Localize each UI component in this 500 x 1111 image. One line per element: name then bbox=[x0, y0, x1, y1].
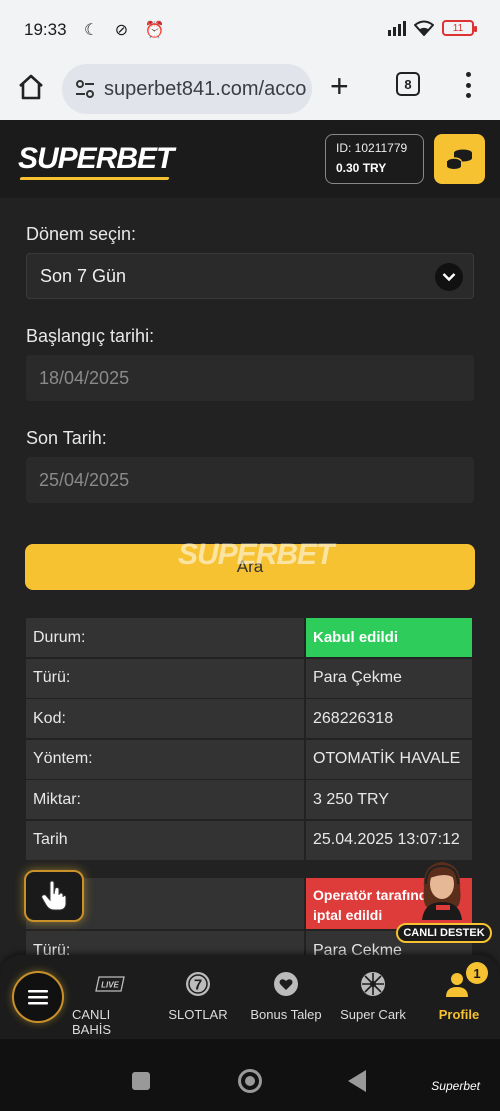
app-label: Superbet bbox=[431, 1079, 480, 1093]
row-value: Para Çekme bbox=[306, 658, 472, 698]
nav-label: Bonus Talep bbox=[250, 1007, 322, 1022]
status-badge: Kabul edildi bbox=[306, 618, 472, 657]
hand-pointer-icon bbox=[41, 880, 67, 911]
tab-count: 8 bbox=[404, 76, 412, 92]
start-date-label: Başlangıç tarihi: bbox=[26, 326, 155, 346]
period-label: Dönem seçin: bbox=[26, 224, 137, 244]
coins-icon bbox=[445, 149, 472, 169]
table-row: Durum: Kabul edildi bbox=[26, 618, 474, 659]
home-button-icon[interactable] bbox=[238, 1069, 262, 1093]
live-tag: LIVE bbox=[101, 981, 119, 990]
nav-item-super-cark[interactable]: Super Cark bbox=[340, 969, 406, 1022]
row-key: Kod: bbox=[26, 699, 304, 738]
nav-label: Super Cark bbox=[340, 1007, 406, 1022]
hamburger-icon bbox=[28, 990, 48, 1005]
row-key: Türü: bbox=[26, 658, 304, 698]
nav-item-live-betting[interactable]: LIVE CANLI BAHİS bbox=[72, 969, 148, 1037]
live-support-label: CANLI DESTEK bbox=[396, 923, 492, 943]
accessibility-widget[interactable] bbox=[24, 870, 84, 922]
row-key: Tarih bbox=[26, 820, 304, 860]
back-icon[interactable] bbox=[348, 1070, 366, 1092]
nav-item-slots[interactable]: 7 SLOTLAR bbox=[168, 969, 228, 1022]
hamburger-menu-button[interactable] bbox=[12, 971, 64, 1023]
table-row: Kod: 268226318 bbox=[26, 699, 474, 740]
nav-label: SLOTLAR bbox=[168, 1007, 228, 1022]
nav-label: CANLI BAHİS bbox=[72, 1007, 112, 1037]
svg-text:7: 7 bbox=[194, 977, 202, 994]
live-icon: LIVE bbox=[95, 969, 125, 999]
account-info[interactable]: ID: 10211779 0.30 TRY bbox=[325, 134, 424, 184]
status-bar: 19:33 ☾ ⊘ ⏰ 11 bbox=[0, 0, 500, 60]
row-value: 25.04.2025 13:07:12 bbox=[306, 820, 472, 860]
chevron-down-icon bbox=[435, 263, 463, 291]
superbet-logo[interactable]: SUPERBET bbox=[18, 142, 174, 176]
deposit-button[interactable] bbox=[434, 134, 485, 184]
transaction-card: Durum: Kabul edildi Türü: Para Çekme Kod… bbox=[26, 618, 474, 861]
heart-icon bbox=[272, 969, 300, 999]
new-tab-icon[interactable]: + bbox=[330, 70, 349, 102]
site-settings-icon[interactable] bbox=[74, 78, 96, 100]
period-select[interactable]: Son 7 Gün bbox=[26, 253, 474, 299]
search-button-label: Ara bbox=[236, 557, 264, 576]
table-row: Miktar: 3 250 TRY bbox=[26, 780, 474, 821]
start-date-input[interactable]: 18/04/2025 bbox=[26, 355, 474, 401]
signal-icon bbox=[388, 20, 406, 36]
status-notification-icons: ☾ ⊘ ⏰ bbox=[84, 22, 171, 39]
row-value: 3 250 TRY bbox=[306, 780, 472, 819]
address-bar[interactable]: superbet841.com/acco bbox=[62, 64, 312, 114]
table-row: Yöntem: OTOMATİK HAVALE bbox=[26, 739, 474, 781]
bottom-navigation: LIVE CANLI BAHİS 7 SLOTLAR Bonus Talep S… bbox=[0, 955, 500, 1039]
transaction-history-panel: Dönem seçin: Son 7 Gün Başlangıç tarihi:… bbox=[0, 198, 500, 970]
wifi-icon bbox=[414, 20, 434, 36]
search-button[interactable]: Ara bbox=[25, 544, 475, 590]
end-date-placeholder: 25/04/2025 bbox=[39, 469, 130, 490]
start-date-placeholder: 18/04/2025 bbox=[39, 367, 130, 388]
wheel-icon bbox=[359, 969, 387, 999]
end-date-label: Son Tarih: bbox=[26, 428, 107, 448]
recents-icon[interactable] bbox=[132, 1072, 150, 1090]
row-key: Yöntem: bbox=[26, 739, 304, 779]
account-balance: 0.30 TRY bbox=[336, 161, 387, 175]
battery-icon: 11 bbox=[442, 20, 477, 36]
status-time: 19:33 bbox=[24, 20, 67, 39]
nav-item-bonus[interactable]: Bonus Talep bbox=[248, 969, 324, 1022]
end-date-input[interactable]: 25/04/2025 bbox=[26, 457, 474, 503]
menu-icon[interactable] bbox=[462, 70, 474, 100]
slot-seven-icon: 7 bbox=[184, 969, 212, 999]
site-header: SUPERBET ID: 10211779 0.30 TRY bbox=[0, 120, 500, 198]
row-key: Durum: bbox=[26, 618, 304, 657]
support-agent-avatar bbox=[422, 862, 462, 920]
nav-label: Profile bbox=[438, 1007, 480, 1022]
tab-switcher-icon[interactable]: 8 bbox=[396, 72, 420, 96]
system-navigation-bar: Superbet bbox=[0, 1039, 500, 1111]
browser-toolbar: superbet841.com/acco + 8 bbox=[0, 60, 500, 120]
row-value: 268226318 bbox=[306, 699, 472, 738]
period-value: Son 7 Gün bbox=[40, 265, 127, 286]
status-system-icons: 11 bbox=[388, 20, 477, 36]
table-row: Türü: Para Çekme bbox=[26, 658, 474, 700]
battery-level: 11 bbox=[452, 22, 464, 34]
url-text: superbet841.com/acco bbox=[104, 77, 307, 100]
home-icon[interactable] bbox=[16, 72, 46, 102]
row-key: Miktar: bbox=[26, 780, 304, 819]
notification-badge: 1 bbox=[466, 962, 488, 984]
account-id: ID: 10211779 bbox=[336, 141, 408, 155]
table-row: Tarih 25.04.2025 13:07:12 bbox=[26, 820, 474, 862]
row-value: OTOMATİK HAVALE bbox=[306, 739, 472, 779]
live-support-widget[interactable]: CANLI DESTEK bbox=[396, 858, 492, 944]
